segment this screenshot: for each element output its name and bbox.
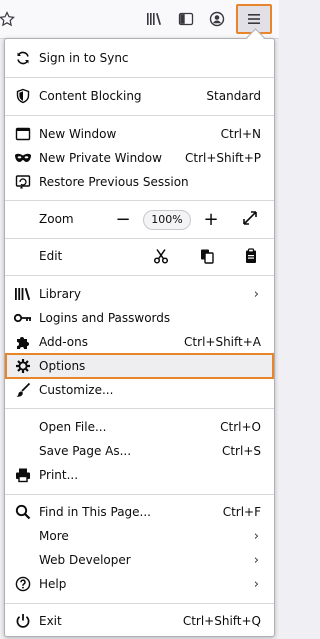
separator xyxy=(5,408,274,409)
menu-item-save-page[interactable]: Save Page As... Ctrl+S xyxy=(5,439,274,463)
menu-item-print[interactable]: Print... xyxy=(5,463,274,487)
new-private-window-shortcut: Ctrl+Shift+P xyxy=(185,151,261,165)
copy-icon[interactable] xyxy=(197,246,217,266)
library-icon[interactable] xyxy=(141,6,167,32)
menu-item-options[interactable]: Options xyxy=(5,353,274,379)
paste-icon[interactable] xyxy=(241,246,261,266)
cut-icon[interactable] xyxy=(151,246,171,266)
menu-item-sign-in[interactable]: Sign in to Sync xyxy=(5,46,274,70)
menu-item-content-blocking[interactable]: Content Blocking Standard xyxy=(5,84,274,108)
new-private-window-label: New Private Window xyxy=(39,151,162,165)
customize-label: Customize... xyxy=(39,383,114,397)
star-icon[interactable] xyxy=(0,6,20,32)
print-label: Print... xyxy=(39,468,79,482)
menu-item-logins[interactable]: Logins and Passwords xyxy=(5,306,274,330)
save-page-label: Save Page As... xyxy=(39,444,132,458)
printer-icon xyxy=(14,466,32,484)
menu-item-more[interactable]: More › xyxy=(5,524,274,548)
chevron-right-icon: › xyxy=(253,528,259,544)
chevron-right-icon: › xyxy=(253,286,259,302)
menu-item-library[interactable]: Library › xyxy=(5,282,274,306)
menu-item-customize[interactable]: Customize... xyxy=(5,378,274,402)
zoom-label: Zoom xyxy=(39,212,74,226)
fullscreen-icon[interactable] xyxy=(241,209,261,229)
separator xyxy=(5,275,274,276)
sign-in-label: Sign in to Sync xyxy=(39,51,129,65)
chevron-right-icon: › xyxy=(253,576,259,592)
sync-icon xyxy=(14,49,32,67)
private-mask-icon xyxy=(14,149,32,167)
restore-session-icon xyxy=(14,173,32,191)
restore-session-label: Restore Previous Session xyxy=(39,175,189,189)
power-icon xyxy=(14,612,32,630)
zoom-in-button[interactable]: + xyxy=(200,209,222,230)
key-icon xyxy=(14,309,32,327)
logins-label: Logins and Passwords xyxy=(39,311,171,325)
menu-item-find[interactable]: Find in This Page... Ctrl+F xyxy=(5,500,274,524)
chevron-right-icon: › xyxy=(253,552,259,568)
menu-item-new-private-window[interactable]: New Private Window Ctrl+Shift+P xyxy=(5,146,274,170)
exit-shortcut: Ctrl+Shift+Q xyxy=(182,614,261,628)
new-window-icon xyxy=(14,125,32,143)
paintbrush-icon xyxy=(14,381,32,399)
open-file-label: Open File... xyxy=(39,420,107,434)
open-file-shortcut: Ctrl+O xyxy=(220,420,261,434)
menu-item-addons[interactable]: Add-ons Ctrl+Shift+A xyxy=(5,330,274,354)
menu-item-new-window[interactable]: New Window Ctrl+N xyxy=(5,122,274,146)
menu-item-edit: Edit xyxy=(5,244,274,268)
new-window-label: New Window xyxy=(39,127,117,141)
menu-item-restore-session[interactable]: Restore Previous Session xyxy=(5,170,274,194)
library-label: Library xyxy=(39,287,81,301)
addons-shortcut: Ctrl+Shift+A xyxy=(184,335,261,349)
help-icon xyxy=(14,575,32,593)
save-page-shortcut: Ctrl+S xyxy=(221,444,261,458)
gear-icon xyxy=(14,357,32,375)
menu-item-exit[interactable]: Exit Ctrl+Shift+Q xyxy=(5,609,274,633)
zoom-reset-button[interactable]: 100% xyxy=(143,210,191,230)
separator xyxy=(5,238,274,239)
more-label: More xyxy=(39,529,69,543)
web-developer-label: Web Developer xyxy=(39,553,131,567)
exit-label: Exit xyxy=(39,614,62,628)
find-shortcut: Ctrl+F xyxy=(222,505,261,519)
menu-item-zoom: Zoom − 100% + xyxy=(5,207,274,231)
zoom-out-button[interactable]: − xyxy=(112,209,134,230)
menu-item-web-developer[interactable]: Web Developer › xyxy=(5,548,274,572)
menu-item-open-file[interactable]: Open File... Ctrl+O xyxy=(5,415,274,439)
new-window-shortcut: Ctrl+N xyxy=(220,127,261,141)
separator xyxy=(5,603,274,604)
separator xyxy=(5,200,274,201)
sidebar-icon[interactable] xyxy=(173,6,199,32)
options-label: Options xyxy=(39,359,86,373)
separator xyxy=(5,77,274,78)
separator xyxy=(5,494,274,495)
content-blocking-status: Standard xyxy=(206,89,261,103)
toolbar xyxy=(0,0,279,39)
search-icon xyxy=(14,503,32,521)
separator xyxy=(5,115,274,116)
app-menu-panel: Sign in to Sync Content Blocking Standar… xyxy=(4,38,275,637)
find-label: Find in This Page... xyxy=(39,505,151,519)
account-icon[interactable] xyxy=(204,6,230,32)
content-blocking-label: Content Blocking xyxy=(39,89,142,103)
shield-icon xyxy=(14,87,32,105)
puzzle-icon xyxy=(14,333,32,351)
edit-label: Edit xyxy=(39,249,63,263)
addons-label: Add-ons xyxy=(39,335,88,349)
menu-item-help[interactable]: Help › xyxy=(5,572,274,596)
help-label: Help xyxy=(39,577,67,591)
library-icon xyxy=(14,285,32,303)
